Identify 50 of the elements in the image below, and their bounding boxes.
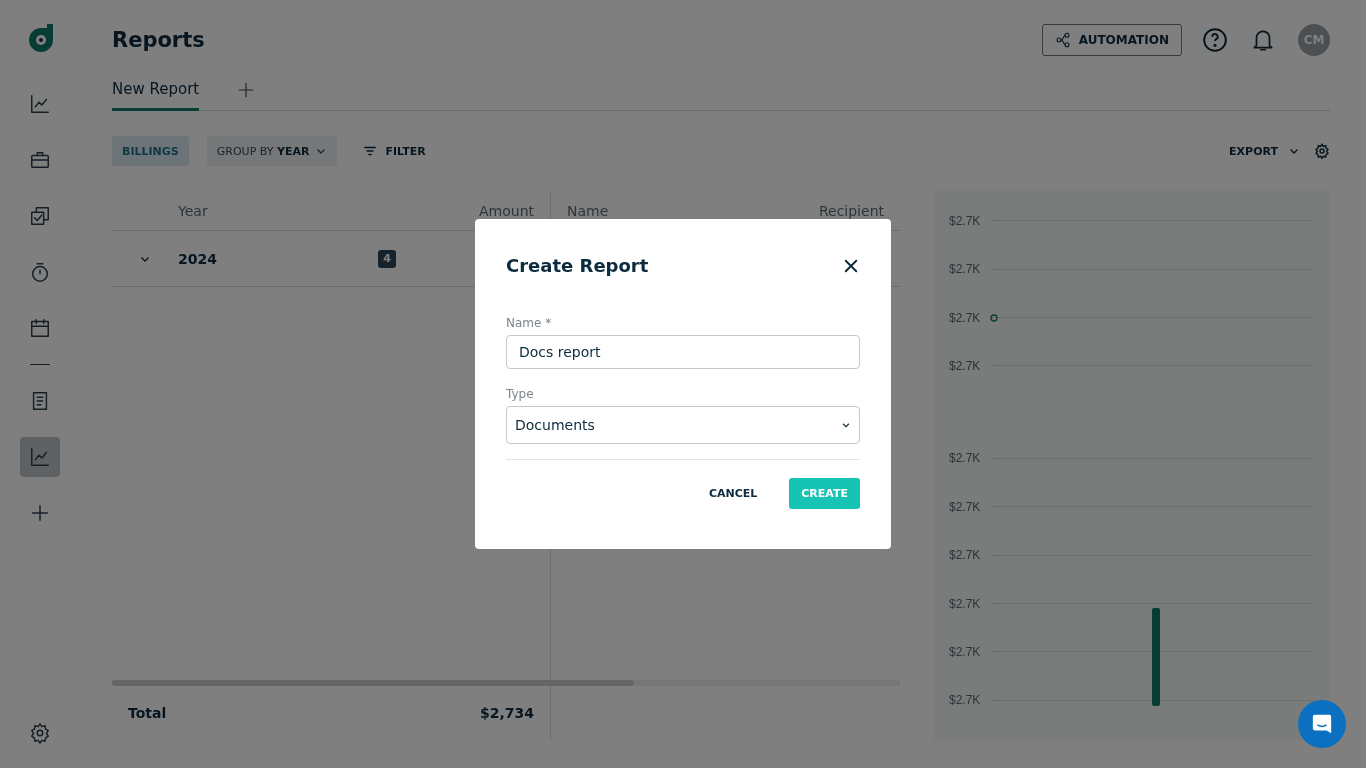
axis-label: $2.7K xyxy=(949,310,981,325)
column-header: Year xyxy=(178,202,209,219)
axis-label: $2.7K xyxy=(949,693,981,708)
filter-button[interactable]: FILTER xyxy=(363,136,426,166)
help-icon[interactable] xyxy=(1202,27,1228,53)
filter-icon xyxy=(363,144,378,158)
checkbox-icon xyxy=(29,205,51,227)
plus-icon xyxy=(29,502,51,524)
caret-icon xyxy=(841,420,851,430)
axis-label: $2.7K xyxy=(949,548,981,563)
stopwatch-icon xyxy=(29,261,51,283)
automation-button[interactable]: AUTOMATION xyxy=(1041,24,1182,56)
line-chart-icon xyxy=(29,446,51,468)
chart-point xyxy=(990,314,998,322)
page-title: Reports xyxy=(112,28,206,52)
axis-label: $2.7K xyxy=(949,596,981,611)
settings-icon[interactable] xyxy=(29,722,51,744)
column-header: Name xyxy=(567,202,609,219)
total-amount: $2,734 xyxy=(479,705,534,721)
billings-chip[interactable]: BILLINGS xyxy=(112,136,189,166)
axis-label: $2.7K xyxy=(949,262,981,277)
chat-icon xyxy=(1311,713,1333,735)
column-header: Amount xyxy=(479,202,534,219)
column-header: Recipient xyxy=(818,202,884,219)
type-dropdown[interactable]: Documents xyxy=(506,406,860,444)
calendar-icon xyxy=(29,317,51,339)
add-tab-icon[interactable] xyxy=(237,81,256,99)
group-by-label: GROUP BY YEAR xyxy=(216,144,310,158)
dialog-title: Create Report xyxy=(506,255,649,276)
settings-icon[interactable] xyxy=(1314,143,1330,159)
field-label: Type xyxy=(506,387,535,401)
axis-label: $2.7K xyxy=(949,644,981,659)
scrollbar-thumb[interactable] xyxy=(112,680,634,686)
briefcase-icon xyxy=(29,149,51,171)
total-label: Total xyxy=(128,705,167,721)
sidebar-item[interactable] xyxy=(20,437,60,477)
field-label: Name * xyxy=(506,316,553,330)
count-badge: 4 xyxy=(378,249,396,268)
group-by-dropdown[interactable]: GROUP BY YEAR xyxy=(206,136,338,166)
chat-button[interactable] xyxy=(1298,700,1346,748)
axis-label: $2.7K xyxy=(949,213,981,228)
axis-label: $2.7K xyxy=(949,499,981,514)
table-cell-text: 2024 xyxy=(178,250,218,267)
name-field[interactable]: Docs report xyxy=(506,335,860,369)
axis-label: $2.7K xyxy=(949,358,981,373)
tab[interactable]: New Report xyxy=(112,70,200,111)
line-chart-icon xyxy=(29,93,51,115)
axis-label: $2.7K xyxy=(949,451,981,466)
export-dropdown[interactable]: EXPORT xyxy=(1229,136,1300,166)
workflow-icon xyxy=(1054,32,1071,48)
